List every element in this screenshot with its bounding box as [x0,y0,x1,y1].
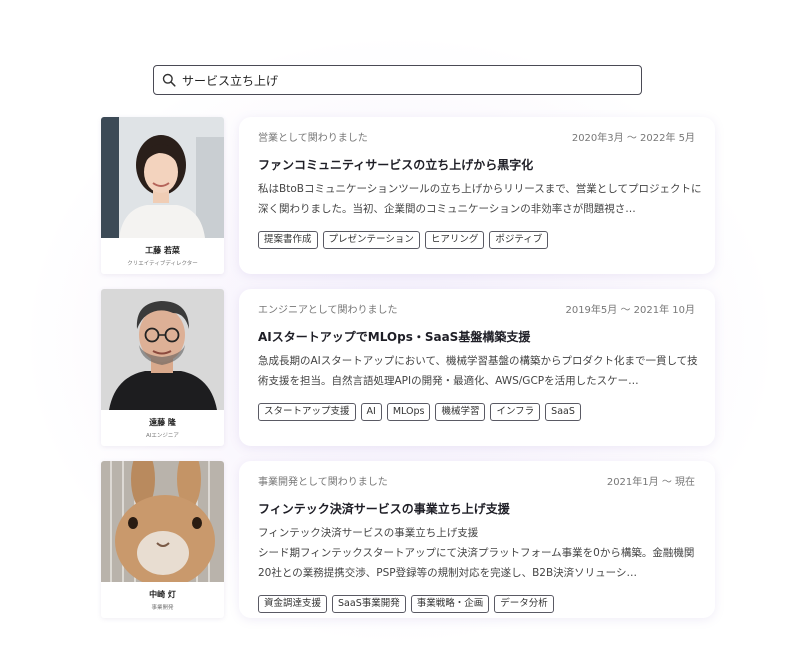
project-title[interactable]: AIスタートアップでMLOps・SaaS基盤構築支援 [258,328,530,345]
tag[interactable]: 事業戦略・企画 [410,595,490,613]
tag[interactable]: 提案書作成 [258,231,318,249]
project-title[interactable]: ファンコミュニティサービスの立ち上げから黒字化 [258,156,533,173]
tag[interactable]: 資金調達支援 [258,595,328,613]
avatar-photo [101,117,224,238]
relation-label: 事業開発として関わりました [258,477,388,488]
tag[interactable]: ヒアリング [424,231,485,249]
tag[interactable]: 機械学習 [435,403,486,421]
tag-list: 提案書作成 プレゼンテーション ヒアリング ポジティブ [258,231,549,249]
person-role: 事業開発 [151,605,174,611]
period-label: 2019年5月 〜 2021年 10月 [565,305,695,316]
profile-card[interactable]: 中崎 灯 事業開発 [101,461,224,618]
tag[interactable]: データ分析 [494,595,554,613]
project-description: 私はBtoBコミュニケーションツールの立ち上げからリリースまで、営業としてプロジ… [258,183,702,215]
project-description: フィンテック決済サービスの事業立ち上げ支援 シード期フィンテックスタートアップに… [258,527,695,579]
profile-card[interactable]: 工藤 若菜 クリエイティブディレクター [101,117,224,274]
experience-entry[interactable]: 遠藤 隆 AIエンジニア エンジニアとして関わりました 2019年5月 〜 20… [101,289,715,447]
person-name: 工藤 若菜 [145,246,180,255]
tag[interactable]: AI [360,403,382,421]
person-name: 中崎 灯 [149,590,176,599]
tag[interactable]: プレゼンテーション [322,231,420,249]
tag[interactable]: インフラ [490,403,541,421]
project-title[interactable]: フィンテック決済サービスの事業立ち上げ支援 [258,500,510,517]
relation-label: 営業として関わりました [258,133,368,144]
experience-card[interactable]: エンジニアとして関わりました 2019年5月 〜 2021年 10月 AIスター… [239,289,715,446]
tag[interactable]: MLOps [386,403,431,421]
period-label: 2021年1月 〜 現在 [606,477,695,488]
project-description: 急成長期のAIスタートアップにおいて、機械学習基盤の構築からプロダクト化まで一貫… [258,355,698,387]
person-role: クリエイティブディレクター [127,261,198,267]
experience-entry[interactable]: 工藤 若菜 クリエイティブディレクター 営業として関わりました 2020年3月 … [101,117,715,275]
tag[interactable]: SaaS事業開発 [332,595,406,613]
tag[interactable]: スタートアップ支援 [258,403,356,421]
tag[interactable]: ポジティブ [489,231,549,249]
profile-card[interactable]: 遠藤 隆 AIエンジニア [101,289,224,446]
relation-label: エンジニアとして関わりました [258,305,398,316]
experience-entry[interactable]: 中崎 灯 事業開発 事業開発として関わりました 2021年1月 〜 現在 フィン… [101,461,715,619]
tag-list: 資金調達支援 SaaS事業開発 事業戦略・企画 データ分析 [258,595,554,613]
experience-card[interactable]: 事業開発として関わりました 2021年1月 〜 現在 フィンテック決済サービスの… [239,461,715,618]
person-role: AIエンジニア [146,433,179,439]
avatar-photo [101,289,224,410]
search-box[interactable] [153,65,642,95]
search-icon [162,73,176,87]
tag-list: スタートアップ支援 AI MLOps 機械学習 インフラ SaaS [258,403,581,421]
search-input[interactable] [182,73,622,87]
experience-card[interactable]: 営業として関わりました 2020年3月 〜 2022年 5月 ファンコミュニティ… [239,117,715,274]
period-label: 2020年3月 〜 2022年 5月 [571,133,695,144]
person-name: 遠藤 隆 [149,418,176,427]
avatar-photo [101,461,224,582]
tag[interactable]: SaaS [545,403,581,421]
